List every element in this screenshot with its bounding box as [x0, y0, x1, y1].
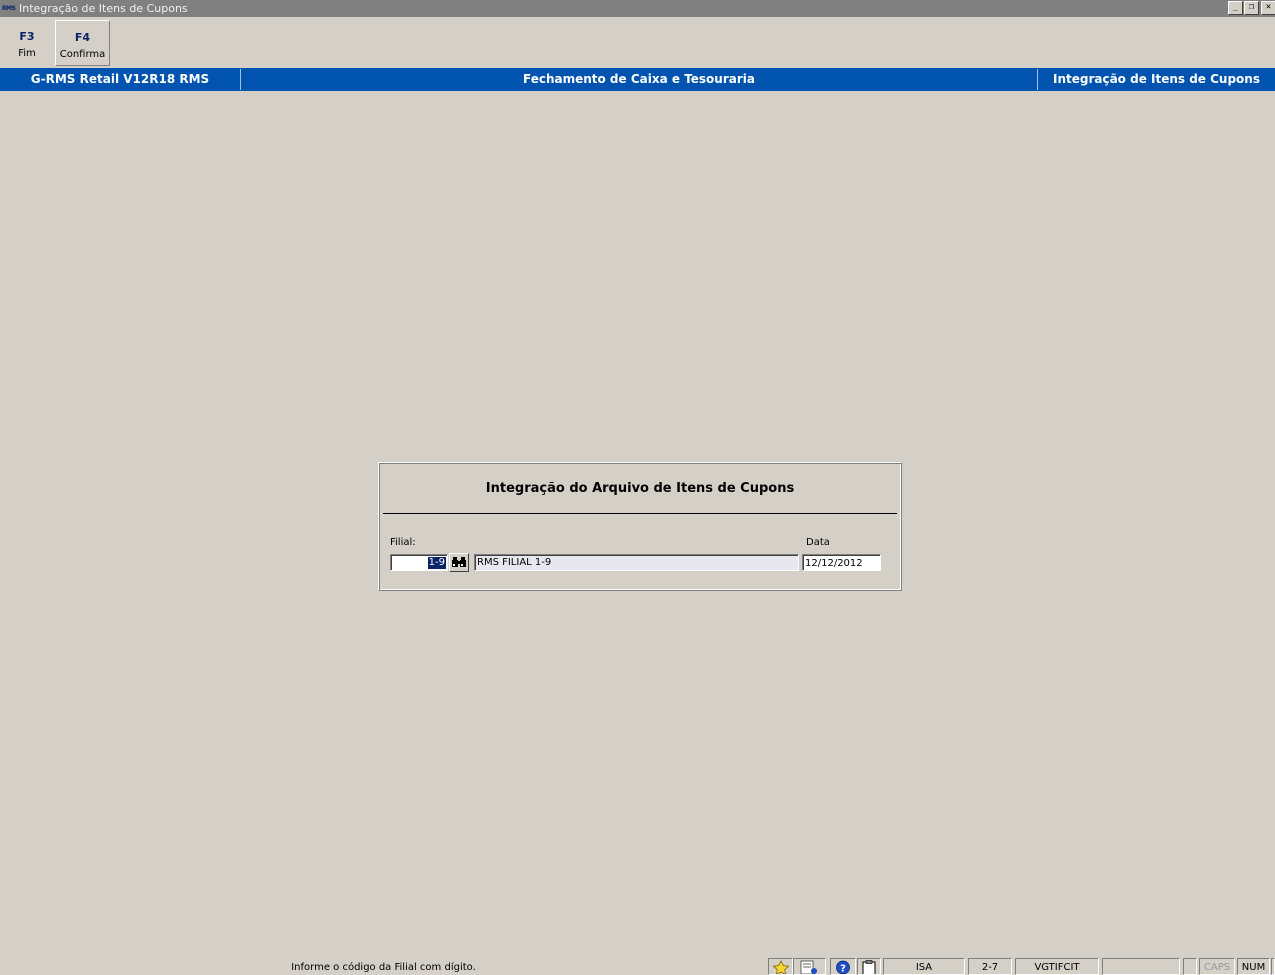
filial-lookup-button[interactable]	[449, 553, 469, 572]
title-bar: RMS Integração de Itens de Cupons _ ❐ ✕	[0, 0, 1275, 17]
num-indicator: NUM	[1237, 958, 1270, 975]
status-message: Informe o código da Filial com dígito.	[0, 958, 767, 975]
program-indicator: VGTIFCIT	[1015, 958, 1099, 975]
favorite-star-icon	[772, 960, 790, 974]
f3-fim-button[interactable]: F3 Fim	[2, 20, 52, 64]
code-indicator: 2-7	[968, 958, 1012, 975]
data-input[interactable]: 12/12/2012	[802, 554, 881, 571]
help-icon: ?	[836, 960, 850, 975]
binoculars-icon	[452, 557, 466, 567]
header-band: G-RMS Retail V12R18 RMS Fechamento de Ca…	[0, 68, 1275, 91]
restore-button[interactable]: ❐	[1244, 1, 1259, 15]
help-button[interactable]: ?	[830, 958, 856, 975]
clipboard-icon	[862, 960, 876, 974]
f4-key-label: F4	[74, 31, 91, 44]
f4-action-label: Confirma	[59, 49, 106, 60]
empty-indicator	[1102, 958, 1180, 975]
screen-name: Integração de Itens de Cupons	[1052, 72, 1260, 86]
f3-key-label: F3	[19, 30, 35, 43]
clipboard-button[interactable]	[857, 958, 881, 975]
filial-value: 1-9	[427, 557, 446, 569]
empty-indicator	[1183, 958, 1197, 975]
favorite-button[interactable]	[768, 958, 793, 975]
caps-indicator: CAPS	[1199, 958, 1235, 975]
data-label: Data	[806, 537, 830, 548]
system-name: G-RMS Retail V12R18 RMS	[30, 72, 210, 86]
user-indicator: ISA	[883, 958, 965, 975]
resize-grip[interactable]	[1271, 958, 1275, 975]
minimize-button[interactable]: _	[1228, 1, 1243, 15]
panel-title: Integração do Arquivo de Itens de Cupons	[485, 481, 795, 496]
status-bar: Informe o código da Filial com dígito. ?…	[0, 958, 1275, 975]
filial-description-field: RMS FILIAL 1-9	[474, 554, 799, 571]
integration-panel: Integração do Arquivo de Itens de Cupons…	[378, 462, 902, 591]
window-title: Integração de Itens de Cupons	[19, 2, 188, 15]
function-key-toolbar: F3 Fim F4 Confirma	[0, 17, 1275, 67]
module-name: Fechamento de Caixa e Tesouraria	[522, 72, 755, 86]
f4-confirma-button[interactable]: F4 Confirma	[55, 20, 110, 66]
notes-icon	[800, 960, 817, 974]
close-button[interactable]: ✕	[1261, 1, 1275, 15]
svg-text:?: ?	[840, 964, 846, 975]
f3-action-label: Fim	[18, 48, 36, 59]
app-icon: RMS	[2, 5, 16, 12]
filial-input[interactable]: 1-9	[390, 554, 448, 571]
notes-button[interactable]	[793, 958, 826, 975]
panel-divider	[383, 513, 897, 514]
filial-label: Filial:	[390, 537, 416, 548]
